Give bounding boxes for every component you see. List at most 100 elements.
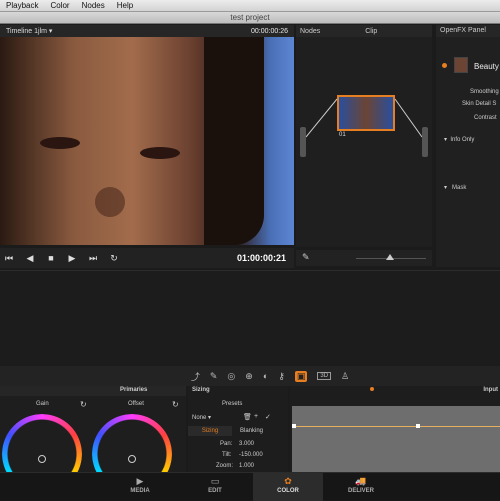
presets-label: Presets: [222, 401, 243, 407]
ofx-icon[interactable]: ▣: [294, 370, 308, 382]
keyframe-point-mid[interactable]: [416, 424, 420, 428]
gain-wheel-center[interactable]: [38, 455, 46, 463]
keyframe-marker: [370, 387, 374, 391]
nose-shading: [95, 187, 125, 217]
section-info-label: Info Only: [450, 137, 475, 143]
tab-sizing[interactable]: Sizing: [188, 426, 232, 436]
transport-controls: ⏮ ◀ ■ ▶ ⏭ ↻ 01:00:00:21: [0, 248, 294, 268]
tracker-icon[interactable]: ⊕: [245, 371, 253, 382]
page-tab-edit[interactable]: ▭ EDIT: [180, 473, 250, 501]
keyframe-curve: [292, 426, 500, 427]
tilt-label: Tilt:: [222, 452, 232, 458]
jump-start-icon[interactable]: ⏮: [4, 253, 14, 264]
page-tab-deliver-label: DELIVER: [347, 488, 374, 494]
window-icon[interactable]: ◎: [227, 371, 235, 382]
page-tab-edit-label: EDIT: [208, 488, 222, 494]
keyframe-panel: Input: [290, 386, 500, 472]
node-input-port: [300, 127, 306, 157]
nodes-title: Nodes: [300, 27, 321, 35]
node-output-port: [422, 127, 428, 157]
key-icon[interactable]: ⚷: [278, 371, 285, 382]
node-editor[interactable]: 01: [296, 37, 432, 247]
plugin-name: Beauty: [474, 62, 499, 71]
ofx-header: OpenFX Panel: [436, 25, 500, 37]
menu-nodes[interactable]: Nodes: [76, 1, 111, 10]
page-tab-deliver[interactable]: 🚚 DELIVER: [326, 473, 396, 501]
tab-blanking[interactable]: Blanking: [240, 426, 263, 436]
page-tab-media[interactable]: ▶ MEDIA: [105, 473, 175, 501]
eye-right: [140, 147, 180, 159]
serial-node-01[interactable]: [337, 95, 395, 131]
offset-label: Offset: [128, 401, 144, 407]
menu-help[interactable]: Help: [111, 1, 139, 10]
sizing-panel: Sizing Presets None ▾ 🗑 + ✓ Sizing Blank…: [188, 386, 288, 472]
stop-icon[interactable]: ■: [46, 253, 56, 263]
page-tab-color[interactable]: ✿ COLOR: [253, 473, 323, 501]
gain-reset-icon[interactable]: ↻: [80, 400, 87, 409]
gain-label: Gain: [36, 401, 49, 407]
pan-value[interactable]: 3.000: [239, 441, 254, 447]
deliver-icon: 🚚: [355, 476, 367, 486]
timeline-selector[interactable]: Timeline 1jlm ▾: [6, 27, 52, 35]
page-tabs: ▶ MEDIA ▭ EDIT ✿ COLOR 🚚 DELIVER: [0, 472, 500, 501]
blur-icon[interactable]: ◐: [263, 371, 268, 381]
viewer-timecode: 01:00:00:21: [236, 253, 286, 263]
hair-shape: [204, 37, 264, 245]
jump-end-icon[interactable]: ⏭: [88, 253, 98, 264]
menu-bar: Playback Color Nodes Help: [0, 0, 500, 12]
sizing-icon[interactable]: ♙: [341, 371, 349, 382]
add-preset-icon[interactable]: +: [254, 413, 258, 420]
keyframe-point-start[interactable]: [292, 424, 296, 428]
keyframe-graph[interactable]: [292, 406, 500, 472]
section-mask[interactable]: ▾ Mask: [444, 184, 466, 191]
menu-color[interactable]: Color: [44, 1, 75, 10]
tilt-value[interactable]: -150.000: [239, 452, 263, 458]
node-label: 01: [339, 132, 346, 138]
preset-dropdown[interactable]: None ▾: [192, 414, 211, 421]
3d-icon[interactable]: 3D: [317, 372, 332, 380]
menu-playback[interactable]: Playback: [0, 1, 44, 10]
eye-left: [40, 137, 80, 149]
curves-icon[interactable]: ⤴: [191, 370, 200, 383]
page-tab-color-label: COLOR: [277, 488, 299, 494]
viewer-header: Timeline 1jlm ▾ 00:00:00:26: [0, 25, 294, 37]
edit-icon: ▭: [210, 476, 220, 486]
apply-preset-icon[interactable]: ✓: [265, 413, 271, 421]
ofx-panel: Beauty Smoothing Skin Detail S Contrast …: [436, 37, 500, 267]
plugin-enabled-icon[interactable]: [442, 63, 447, 68]
section-mask-label: Mask: [452, 185, 467, 191]
loop-icon[interactable]: ↻: [109, 253, 119, 264]
picker-icon[interactable]: ✎: [302, 252, 310, 263]
play-icon[interactable]: ▶: [67, 253, 77, 264]
zoom-label: Zoom:: [216, 463, 234, 469]
sizing-title: Sizing: [192, 387, 210, 393]
offset-wheel-center[interactable]: [128, 455, 136, 463]
zoom-slider-handle[interactable]: [386, 254, 394, 260]
node-connections: [305, 98, 423, 138]
primaries-panel: Primaries Gain ↻ Offset ↻: [0, 386, 186, 494]
primaries-title: Primaries: [120, 387, 148, 393]
zoom-value[interactable]: 1.000: [239, 463, 254, 469]
param-skin-detail: Skin Detail S: [462, 101, 497, 107]
plugin-thumbnail: [454, 57, 468, 73]
play-reverse-icon[interactable]: ◀: [25, 253, 35, 264]
param-contrast: Contrast: [474, 115, 497, 121]
window-title: test project: [0, 12, 500, 24]
gallery-area: [0, 270, 500, 365]
palette-toolbar: ⤴ ✎ ◎ ⊕ ◐ ⚷ ▣ 3D ♙: [0, 366, 500, 386]
input-title: Input: [483, 387, 498, 393]
param-smoothing: Smoothing: [470, 89, 499, 95]
source-timecode: 00:00:00:26: [251, 27, 288, 35]
offset-reset-icon[interactable]: ↻: [172, 400, 179, 409]
viewer-image: [0, 37, 294, 245]
pan-label: Pan:: [220, 441, 233, 447]
media-icon: ▶: [136, 476, 144, 486]
section-info-only[interactable]: ▾ Info Only: [444, 136, 474, 143]
nodes-footer: ✎: [296, 250, 432, 266]
qualifier-icon[interactable]: ✎: [210, 371, 218, 382]
page-tab-media-label: MEDIA: [130, 488, 150, 494]
preset-value: None: [192, 415, 207, 421]
clip-selector[interactable]: Clip: [365, 28, 377, 35]
delete-preset-icon[interactable]: 🗑: [243, 413, 252, 421]
color-icon: ✿: [284, 476, 292, 486]
